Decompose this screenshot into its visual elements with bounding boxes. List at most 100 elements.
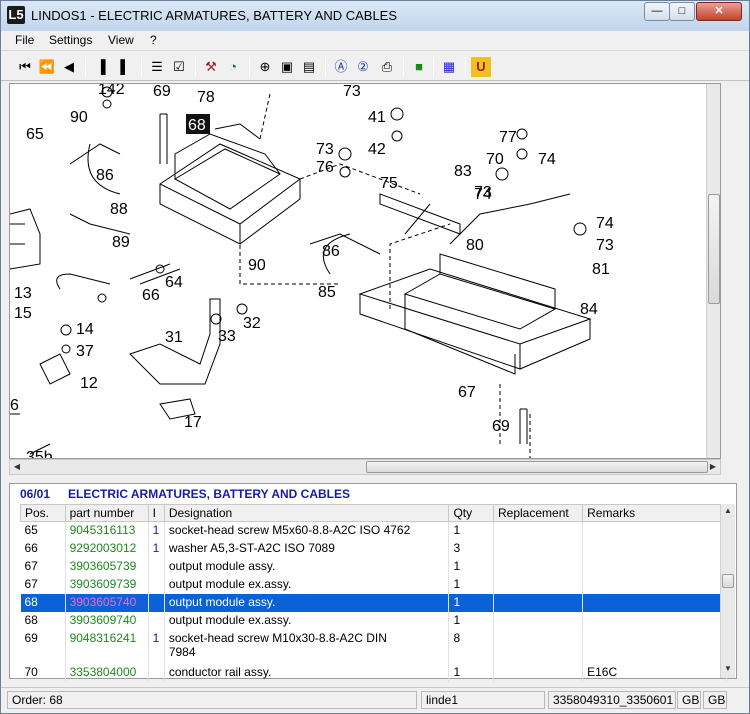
callout-label[interactable]: 41: [368, 109, 386, 126]
callout-label[interactable]: 6: [10, 397, 19, 414]
callout-label[interactable]: 85: [318, 284, 336, 301]
callout-label[interactable]: 78: [197, 89, 215, 106]
page-icon[interactable]: ▣: [277, 57, 297, 77]
title-bar[interactable]: L5 LINDOS1 - ELECTRIC ARMATURES, BATTERY…: [1, 1, 749, 31]
callout-label[interactable]: 37: [76, 343, 94, 360]
table-row[interactable]: 67 3903609739 output module ex.assy. 1: [20, 575, 727, 594]
cart-icon[interactable]: ☰: [147, 57, 167, 77]
close-button[interactable]: ✕: [696, 2, 742, 21]
callout-label[interactable]: 76: [316, 159, 334, 176]
table-row[interactable]: 68 3903605740 output module assy. 1: [20, 593, 727, 612]
globe-icon[interactable]: ◔: [223, 57, 243, 77]
menu-view[interactable]: View: [108, 33, 134, 47]
callout-label[interactable]: 70: [486, 151, 504, 168]
callout-label[interactable]: 67: [458, 384, 476, 401]
column-header-replacement[interactable]: Replacement: [492, 504, 584, 522]
callout-label[interactable]: 42: [368, 141, 386, 158]
zoom-icon[interactable]: ⊕: [255, 57, 275, 77]
scroll-up-arrow-icon[interactable]: ▲: [721, 504, 735, 518]
menu-settings[interactable]: Settings: [49, 33, 92, 47]
exploded-parts-drawing[interactable]: 142 69 78 73 65 90 86 88 89 41 42 77 74 73 76 75 83 70 74 7…: [9, 83, 721, 459]
table-row[interactable]: 65 9045316113 1 socket-head screw M5x60-8.8…: [20, 521, 727, 540]
u-icon[interactable]: U: [471, 57, 491, 77]
callout-label[interactable]: 69: [492, 418, 510, 435]
callout-label[interactable]: 89: [112, 234, 130, 251]
cell-part-number-text: 3903609740: [69, 612, 137, 627]
vertical-scroll-thumb[interactable]: [708, 194, 720, 304]
parts-diagram[interactable]: 142 69 78 736590868889414277747376758370747…: [10, 84, 721, 459]
callout-label[interactable]: 86: [322, 243, 340, 260]
drawing-bottom-scrollbar[interactable]: ◀ ▶: [9, 459, 721, 475]
help-icon[interactable]: ②: [353, 57, 373, 77]
callout-label[interactable]: 31: [165, 329, 183, 346]
parts-vertical-scrollbar[interactable]: ▲ ▼: [720, 504, 735, 678]
callout-label[interactable]: 77: [499, 129, 517, 146]
callout-label[interactable]: 15: [14, 305, 32, 322]
previous-icon[interactable]: ◀: [59, 57, 79, 77]
horizontal-scroll-thumb[interactable]: [366, 461, 708, 473]
column-header-designation[interactable]: Designation: [163, 504, 450, 522]
book-forward-icon[interactable]: ▌: [115, 57, 135, 77]
table-row[interactable]: 67 3903605739 output module assy. 1: [20, 557, 727, 576]
callout-label[interactable]: 90: [248, 257, 266, 274]
drawing-vertical-scrollbar[interactable]: [706, 84, 720, 458]
info-a-icon[interactable]: Ⓐ: [331, 57, 351, 77]
scroll-right-arrow-icon[interactable]: ▶: [706, 460, 720, 474]
column-header-index[interactable]: I: [147, 504, 165, 522]
callout-label[interactable]: 33: [218, 328, 236, 345]
print-icon[interactable]: ⎙: [377, 57, 397, 77]
callout-label[interactable]: 90: [70, 109, 88, 126]
page-fit-icon[interactable]: ▤: [299, 57, 319, 77]
green-book-icon[interactable]: ■: [409, 57, 429, 77]
callout-label[interactable]: 86: [96, 167, 114, 184]
maximize-button[interactable]: □: [669, 2, 695, 21]
callout-label[interactable]: 73: [596, 237, 614, 254]
table-row[interactable]: 70 3353804000 conductor rail assy. 1 E16C: [20, 663, 727, 682]
menu-help[interactable]: ?: [150, 33, 157, 47]
callout-label[interactable]: 142: [98, 84, 125, 98]
callout-label[interactable]: 17: [184, 414, 202, 431]
callout-label[interactable]: 73: [316, 141, 334, 158]
previous-chapter-icon[interactable]: ⏪: [37, 57, 57, 77]
callout-label[interactable]: 35b: [26, 449, 53, 459]
callout-label[interactable]: 81: [592, 261, 610, 278]
callout-label[interactable]: 64: [165, 274, 183, 291]
cell-qty: 1: [448, 593, 494, 612]
scroll-left-arrow-icon[interactable]: ◀: [10, 460, 24, 474]
column-header-remarks[interactable]: Remarks: [582, 504, 727, 522]
callout-label[interactable]: 84: [580, 301, 598, 318]
column-header-qty[interactable]: Qty: [448, 504, 494, 522]
callout-label[interactable]: 74: [538, 151, 556, 168]
selected-callout-label[interactable]: 68: [188, 117, 206, 134]
callout-label[interactable]: 83: [454, 163, 472, 180]
callout-label[interactable]: 75: [380, 175, 398, 192]
column-header-part-number[interactable]: part number: [64, 504, 149, 522]
first-icon[interactable]: ⏮: [15, 57, 35, 77]
parts-scroll-thumb[interactable]: [722, 574, 734, 588]
callout-label[interactable]: 88: [110, 201, 128, 218]
callout-label[interactable]: 12: [80, 375, 98, 392]
callout-label[interactable]: 69: [153, 84, 171, 100]
table-row[interactable]: 69 9048316241 1 socket-head screw M10x30-8.…: [20, 629, 727, 664]
cell-part-number: 9048316241: [65, 629, 149, 664]
parts-list-panel: 06/01 ELECTRIC ARMATURES, BATTERY AND CA…: [9, 483, 737, 682]
callout-label[interactable]: 80: [466, 237, 484, 254]
callout-label[interactable]: 13: [14, 285, 32, 302]
order-list-icon[interactable]: ☑: [169, 57, 189, 77]
book-back-icon[interactable]: ▐: [91, 57, 111, 77]
callout-label[interactable]: 66: [142, 287, 160, 304]
callout-label[interactable]: 32: [243, 315, 261, 332]
callout-label[interactable]: 14: [76, 321, 94, 338]
callout-label[interactable]: 73: [474, 184, 492, 201]
table-row[interactable]: 68 3903609740 output module ex.assy. 1: [20, 611, 727, 630]
callout-label[interactable]: 74: [596, 215, 614, 232]
table-row[interactable]: 66 9292003012 1 washer A5,3-ST-A2C ISO 7089…: [20, 539, 727, 558]
minimize-button[interactable]: —: [644, 2, 670, 21]
callout-label[interactable]: 65: [26, 126, 44, 143]
menu-file[interactable]: File: [15, 33, 34, 47]
callout-label[interactable]: 73: [343, 84, 361, 100]
column-header-pos[interactable]: Pos.: [20, 504, 66, 522]
tools-icon[interactable]: ⚒: [201, 57, 221, 77]
scroll-down-arrow-icon[interactable]: ▼: [721, 662, 735, 676]
blue-grid-icon[interactable]: ▦: [439, 57, 459, 77]
